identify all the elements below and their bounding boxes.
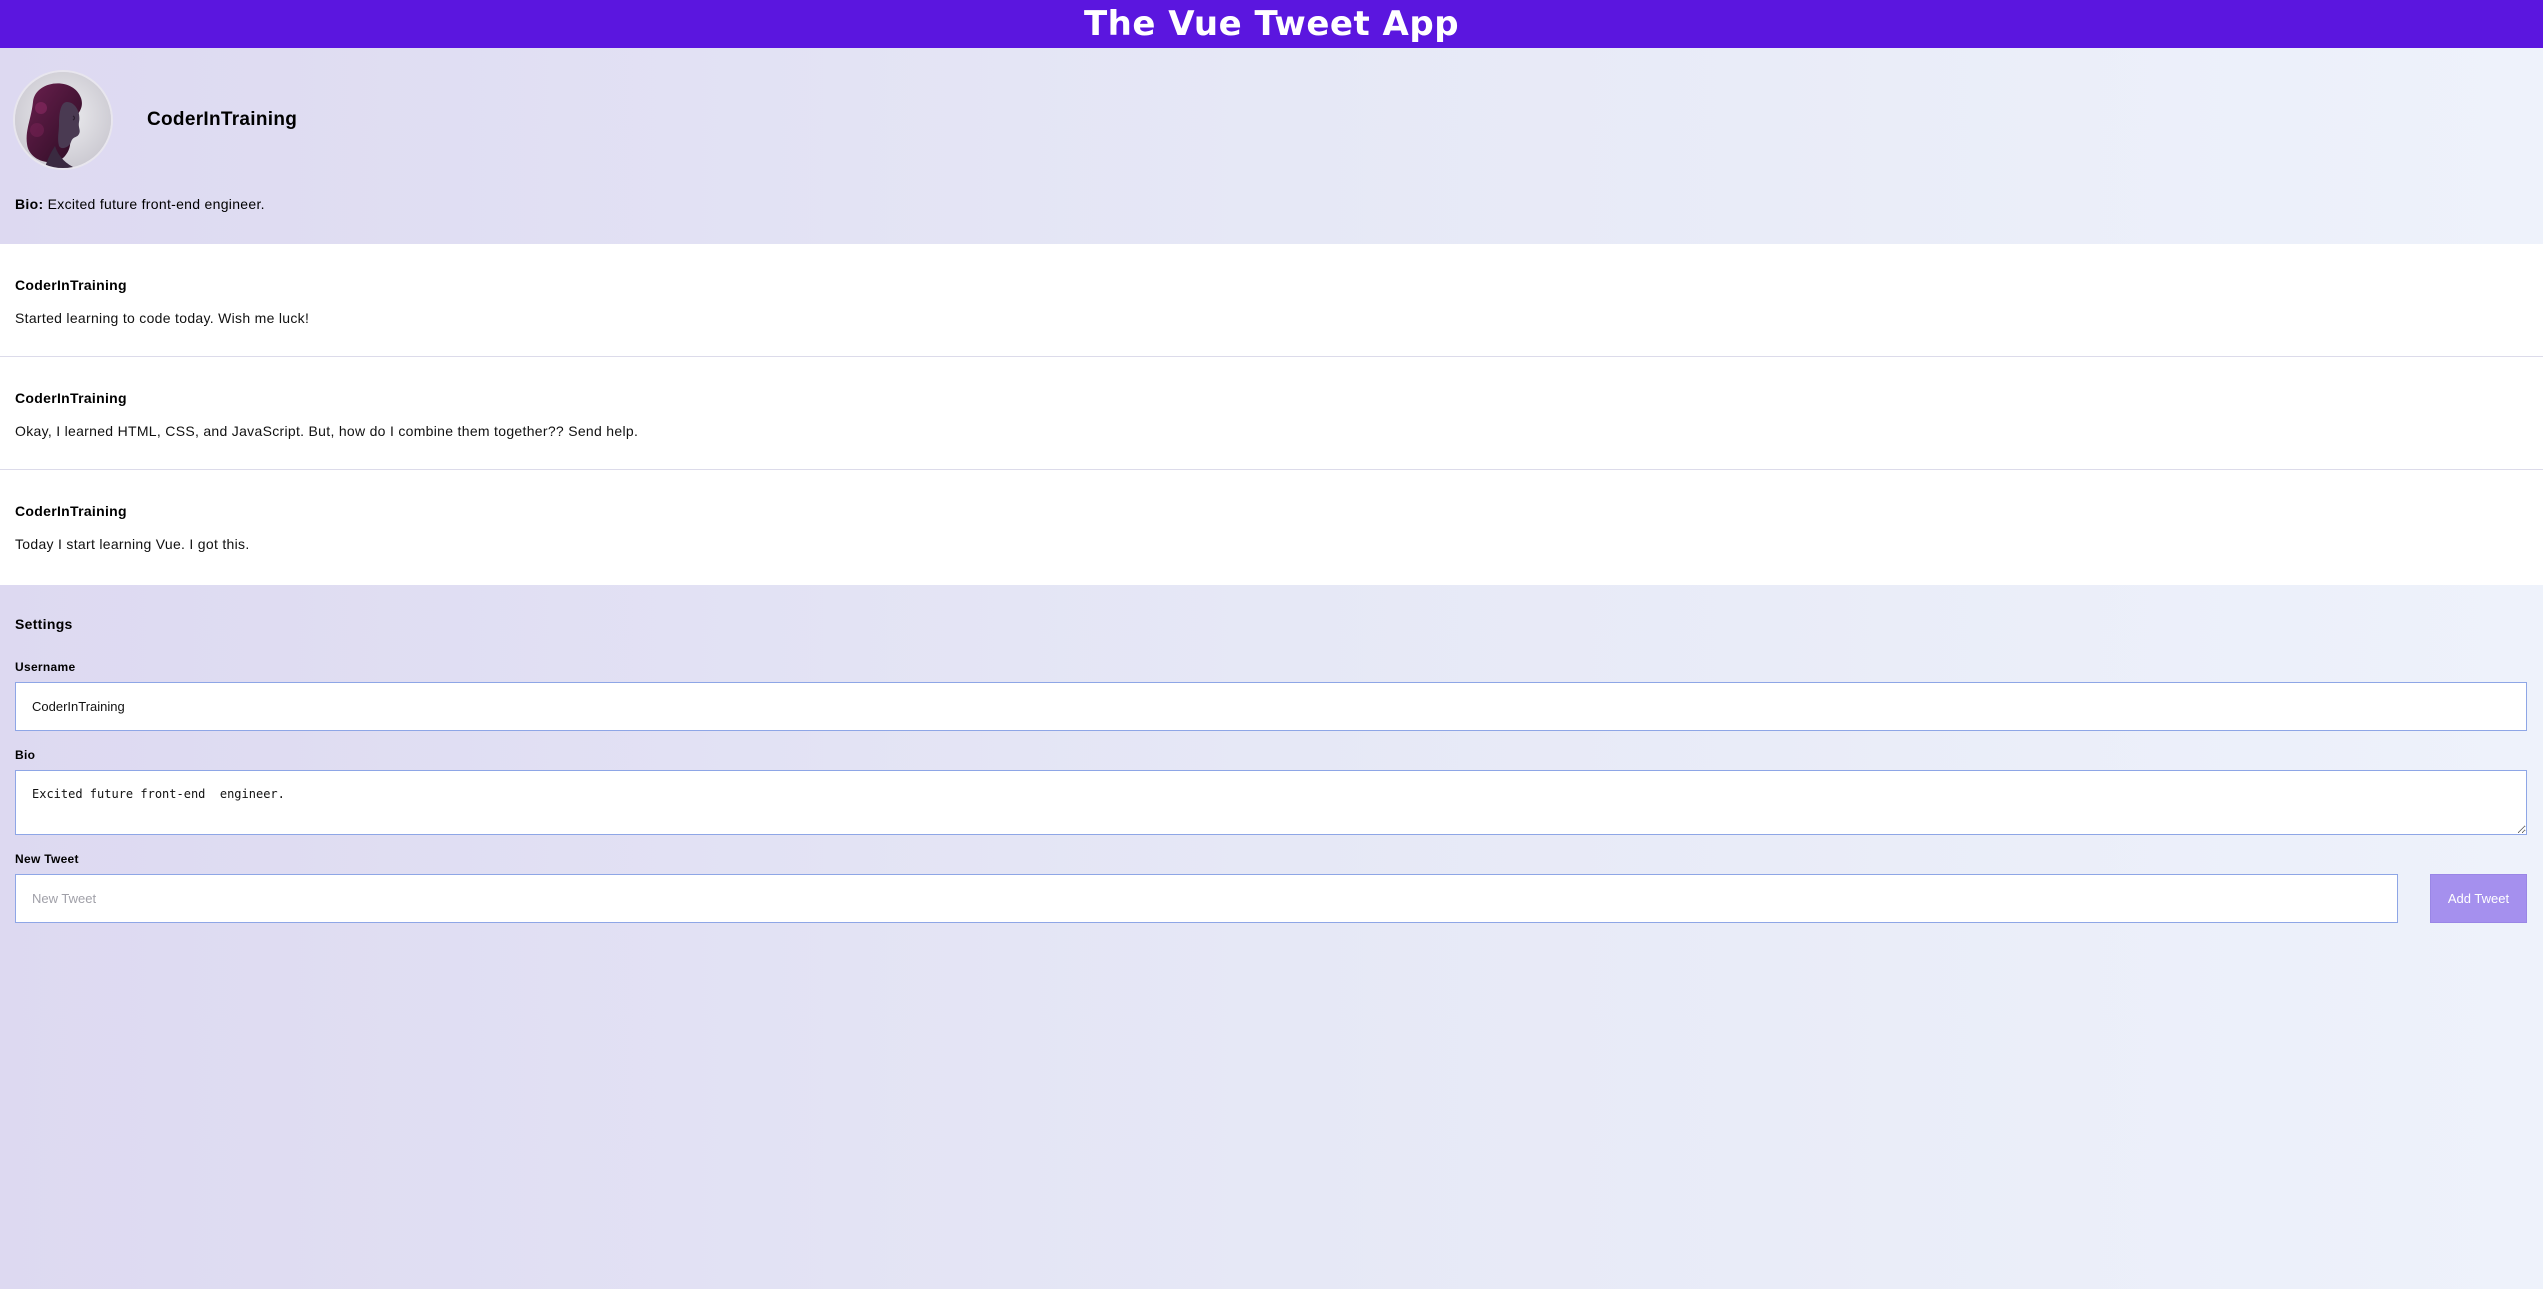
- profile-header: CoderInTraining: [15, 72, 2528, 168]
- avatar: [15, 72, 111, 168]
- tweet-item: CoderInTraining Okay, I learned HTML, CS…: [0, 357, 2543, 470]
- new-tweet-row: Add Tweet: [15, 874, 2528, 923]
- tweet-author: CoderInTraining: [15, 390, 127, 406]
- new-tweet-input[interactable]: [15, 874, 2398, 923]
- bio-textarea[interactable]: Excited future front-end engineer.: [15, 770, 2527, 835]
- username-input[interactable]: [15, 682, 2527, 731]
- profile-username: CoderInTraining: [147, 109, 298, 130]
- username-label: Username: [15, 660, 76, 674]
- tweet-body: Today I start learning Vue. I got this.: [15, 536, 250, 552]
- tweet-body: Started learning to code today. Wish me …: [15, 310, 310, 326]
- profile-bio-label: Bio:: [15, 196, 44, 212]
- settings-panel: Settings Username Bio Excited future fro…: [0, 585, 2543, 923]
- tweet-list: CoderInTraining Started learning to code…: [0, 244, 2543, 585]
- tweet-item: CoderInTraining Started learning to code…: [0, 244, 2543, 357]
- app-title: The Vue Tweet App: [1083, 4, 1460, 44]
- add-tweet-button[interactable]: Add Tweet: [2430, 874, 2527, 923]
- settings-title: Settings: [15, 616, 73, 632]
- tweet-body: Okay, I learned HTML, CSS, and JavaScrip…: [15, 423, 639, 439]
- new-tweet-label: New Tweet: [15, 852, 79, 866]
- app-header: The Vue Tweet App: [0, 0, 2543, 48]
- profile-bio-text: Excited future front-end engineer.: [47, 196, 265, 212]
- tweet-author: CoderInTraining: [15, 277, 127, 293]
- tweet-author: CoderInTraining: [15, 503, 127, 519]
- bio-label: Bio: [15, 748, 36, 762]
- tweet-item: CoderInTraining Today I start learning V…: [0, 470, 2543, 585]
- avatar-portrait-icon: [15, 72, 111, 168]
- profile-section: CoderInTraining Bio: Excited future fron…: [0, 48, 2543, 244]
- profile-bio: Bio: Excited future front-end engineer.: [15, 196, 265, 212]
